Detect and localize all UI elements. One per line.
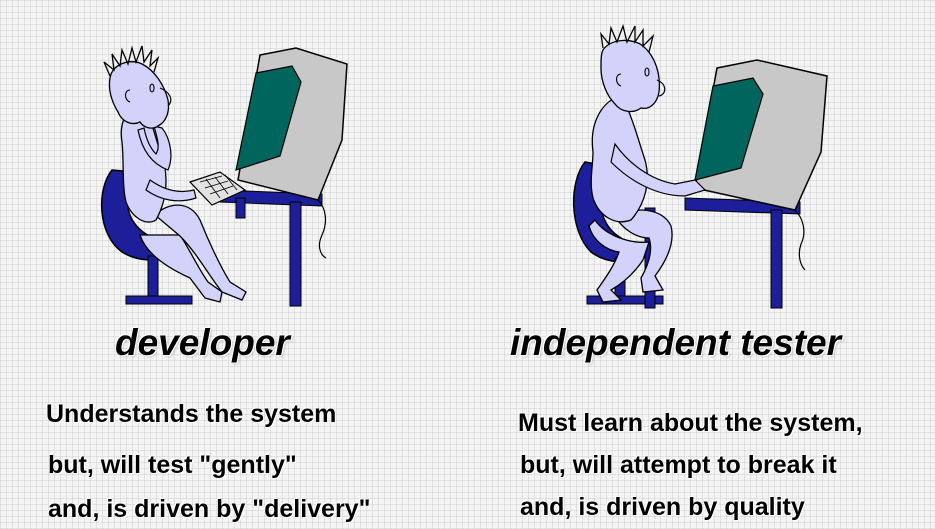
tester-caption: independent tester	[510, 322, 841, 363]
developer-illustration	[100, 45, 348, 307]
developer-line-1: Understands the system	[46, 400, 337, 428]
tester-illustration	[572, 23, 828, 309]
developer-line-2: but, will test "gently"	[48, 451, 297, 479]
tester-line-2: but, will attempt to break it	[520, 451, 837, 479]
developer-caption: developer	[115, 322, 290, 363]
tester-line-1: Must learn about the system,	[518, 409, 863, 437]
tester-line-3: and, is driven by quality	[520, 493, 805, 521]
developer-line-3: and, is driven by "delivery"	[48, 495, 371, 523]
monitor	[694, 59, 828, 271]
developer-figure	[103, 45, 247, 303]
